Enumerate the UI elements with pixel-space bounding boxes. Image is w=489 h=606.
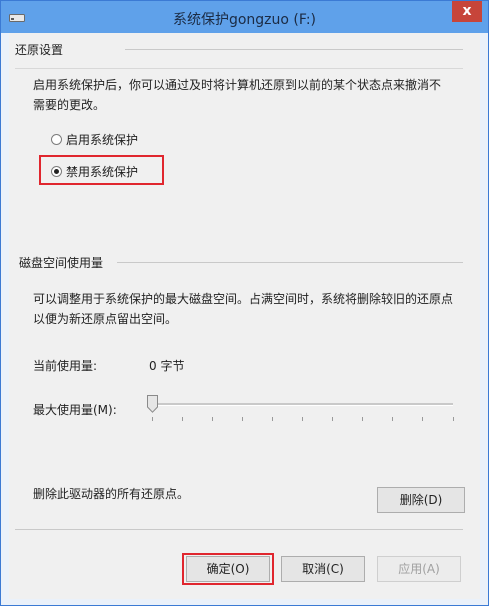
title-bar[interactable]: 系统保护gongzuo (F:) x: [1, 1, 488, 33]
radio-enable-label: 启用系统保护: [66, 133, 139, 147]
delete-button[interactable]: 删除(D): [377, 487, 465, 513]
ok-button[interactable]: 确定(O): [186, 556, 270, 582]
close-button[interactable]: x: [452, 1, 482, 22]
disk-usage-title: 磁盘空间使用量: [19, 256, 104, 270]
system-protection-dialog: 系统保护gongzuo (F:) x 还原设置 启用系统保护后，你可以通过及时将…: [0, 0, 489, 606]
delete-description: 删除此驱动器的所有还原点。: [33, 487, 190, 501]
max-usage-label: 最大使用量(M):: [33, 403, 117, 417]
max-usage-slider-track[interactable]: [149, 403, 453, 406]
window-title: 系统保护gongzuo (F:): [172, 12, 317, 28]
radio-disable-circle[interactable]: [51, 166, 62, 177]
close-icon: x: [462, 3, 472, 19]
current-usage-value: 0 字节: [149, 359, 185, 373]
max-usage-slider-thumb[interactable]: [147, 395, 158, 413]
restore-description: 启用系统保护后，你可以通过及时将计算机还原到以前的某个状态点来撤消不需要的更改。: [33, 78, 442, 112]
dialog-body: 还原设置 启用系统保护后，你可以通过及时将计算机还原到以前的某个状态点来撤消不需…: [9, 33, 480, 599]
restore-settings-top-line: [15, 68, 463, 69]
disk-usage-description: 可以调整用于系统保护的最大磁盘空间。占满空间时，系统将删除较旧的还原点以便为新还…: [33, 292, 454, 326]
apply-button[interactable]: 应用(A): [377, 556, 461, 582]
restore-settings-title: 还原设置: [15, 43, 64, 57]
cancel-button[interactable]: 取消(C): [281, 556, 365, 582]
radio-disable-label: 禁用系统保护: [66, 165, 139, 179]
radio-enable-circle[interactable]: [51, 134, 62, 145]
current-usage-label: 当前使用量:: [33, 359, 98, 373]
disk-usage-divider: [117, 262, 463, 263]
radio-enable-protection[interactable]: 启用系统保护: [51, 131, 138, 148]
restore-settings-divider: [125, 49, 463, 50]
radio-disable-protection[interactable]: 禁用系统保护: [51, 163, 138, 180]
footer-divider: [15, 529, 463, 530]
max-usage-slider-ticks: [152, 417, 454, 421]
